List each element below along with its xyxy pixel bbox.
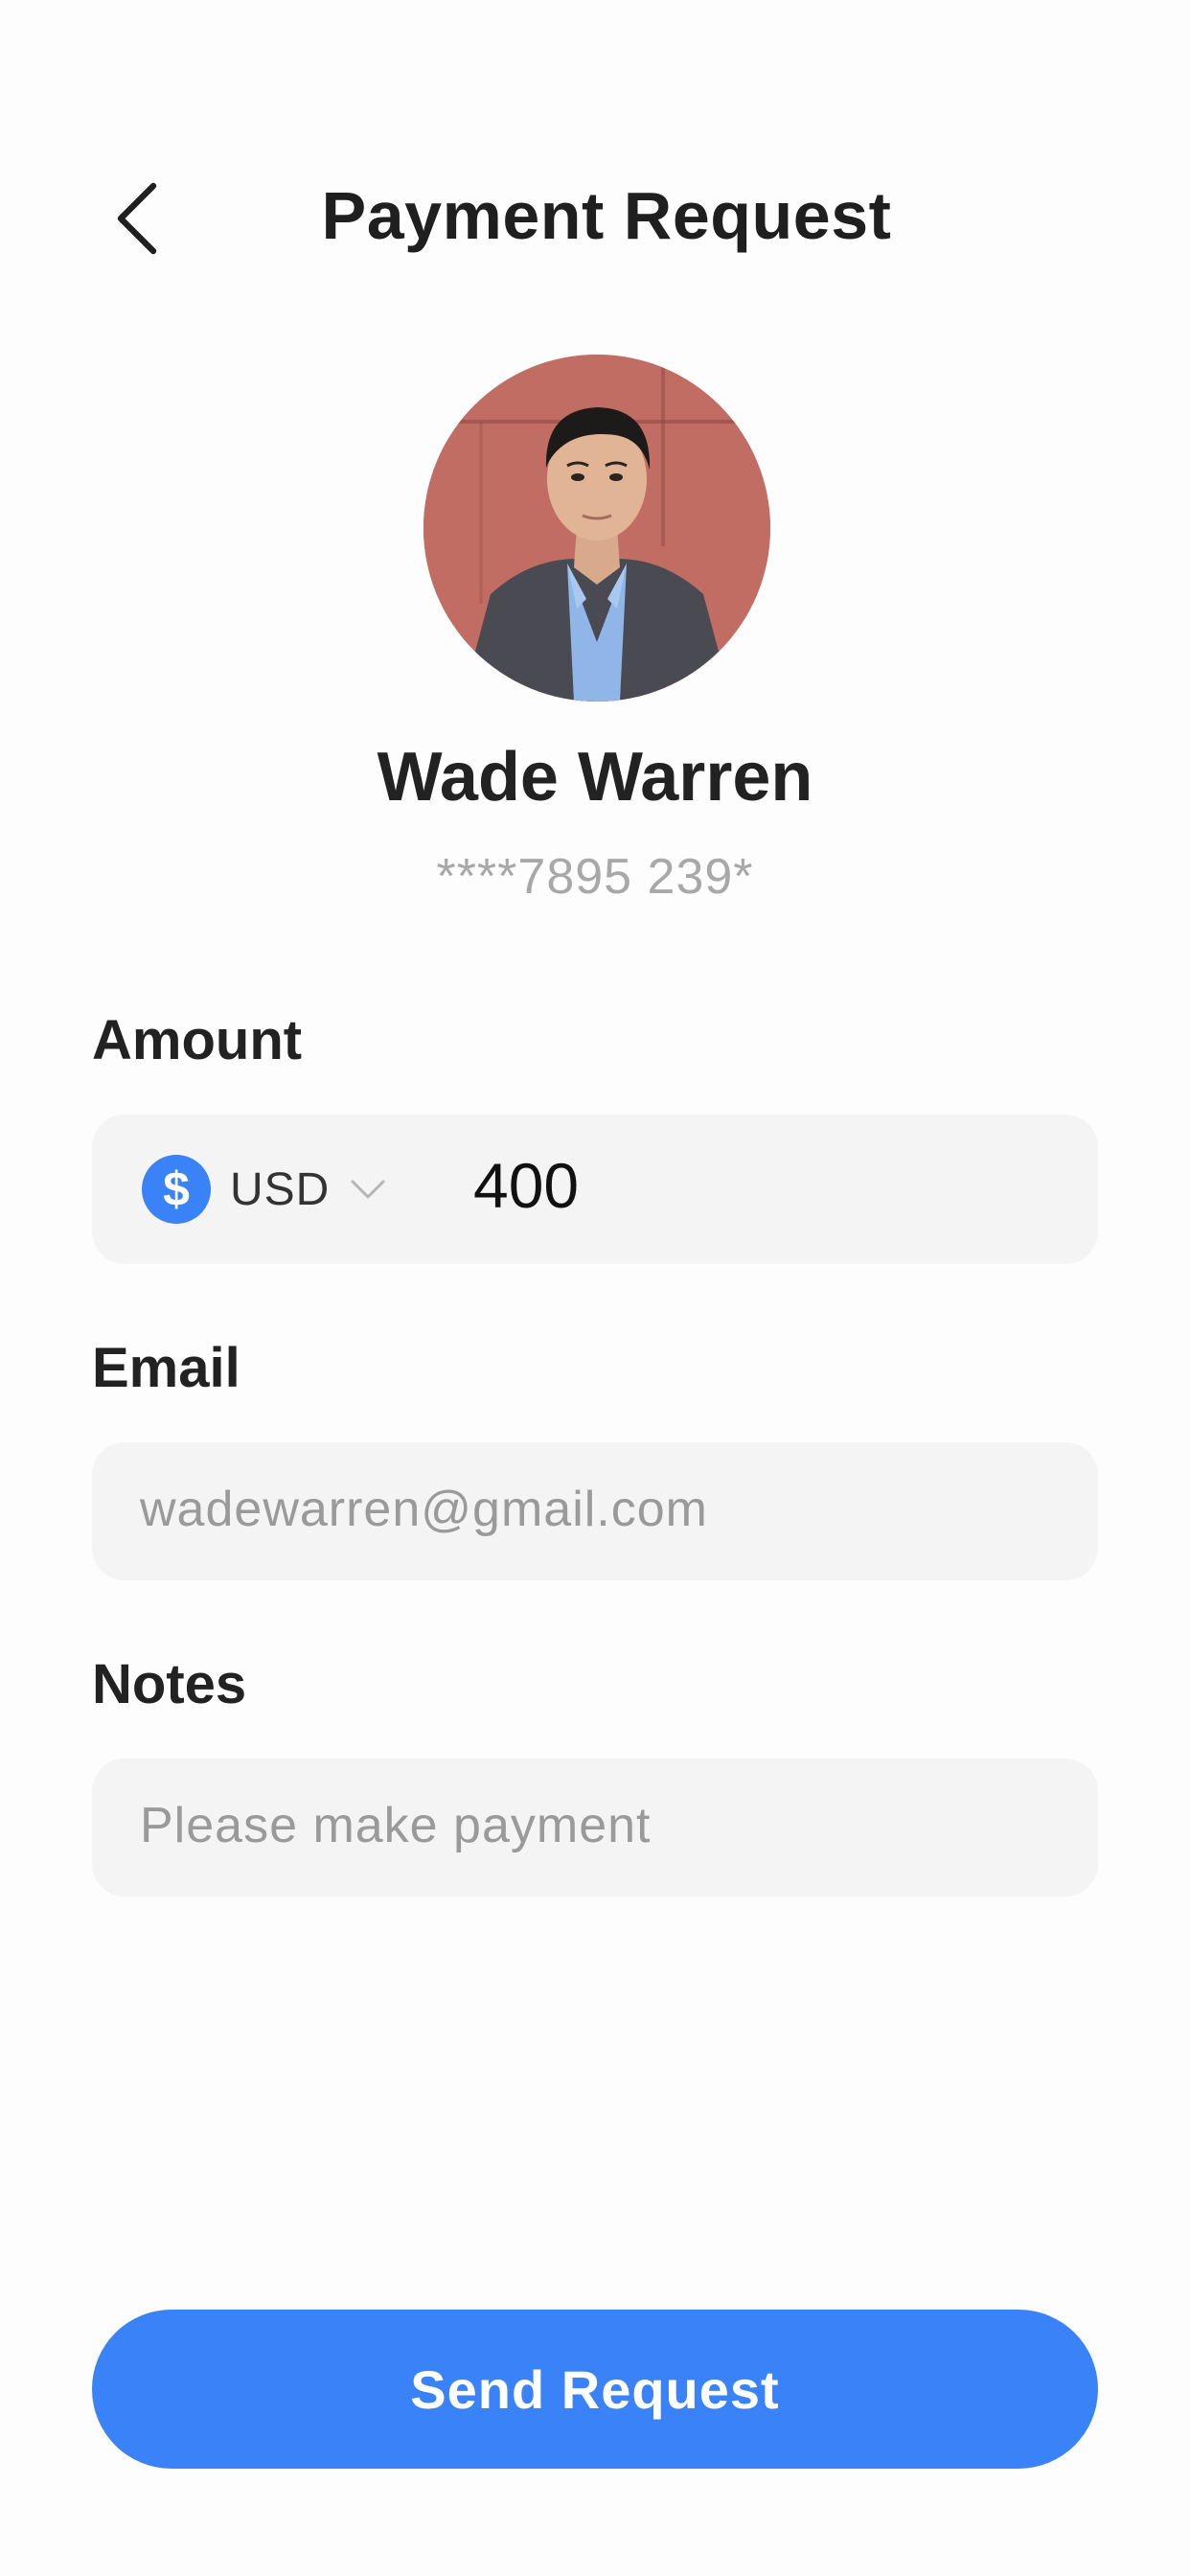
notes-field[interactable]: Please make payment	[92, 1759, 1098, 1897]
chevron-down-icon	[349, 1175, 387, 1204]
email-input[interactable]: wadewarren@gmail.com	[140, 1481, 708, 1538]
avatar	[423, 355, 770, 702]
account-number: ****7895 239*	[436, 849, 754, 905]
recipient-name: Wade Warren	[377, 739, 813, 816]
currency-select[interactable]: $ USD	[142, 1153, 387, 1226]
send-request-button[interactable]: Send Request	[92, 2310, 1098, 2469]
notes-label: Notes	[92, 1653, 247, 1715]
notes-input[interactable]: Please make payment	[140, 1797, 652, 1854]
email-field[interactable]: wadewarren@gmail.com	[92, 1442, 1098, 1580]
avatar-photo	[423, 355, 770, 702]
currency-code: USD	[230, 1163, 331, 1215]
amount-label: Amount	[92, 1009, 303, 1071]
amount-field: $ USD 400	[92, 1115, 1098, 1264]
payment-request-screen: Payment Request Wade Warren ****7895 239…	[0, 0, 1190, 2576]
amount-input[interactable]: 400	[473, 1149, 579, 1222]
page-title: Payment Request	[321, 178, 892, 253]
dollar-icon: $	[142, 1155, 211, 1224]
email-label: Email	[92, 1337, 240, 1399]
